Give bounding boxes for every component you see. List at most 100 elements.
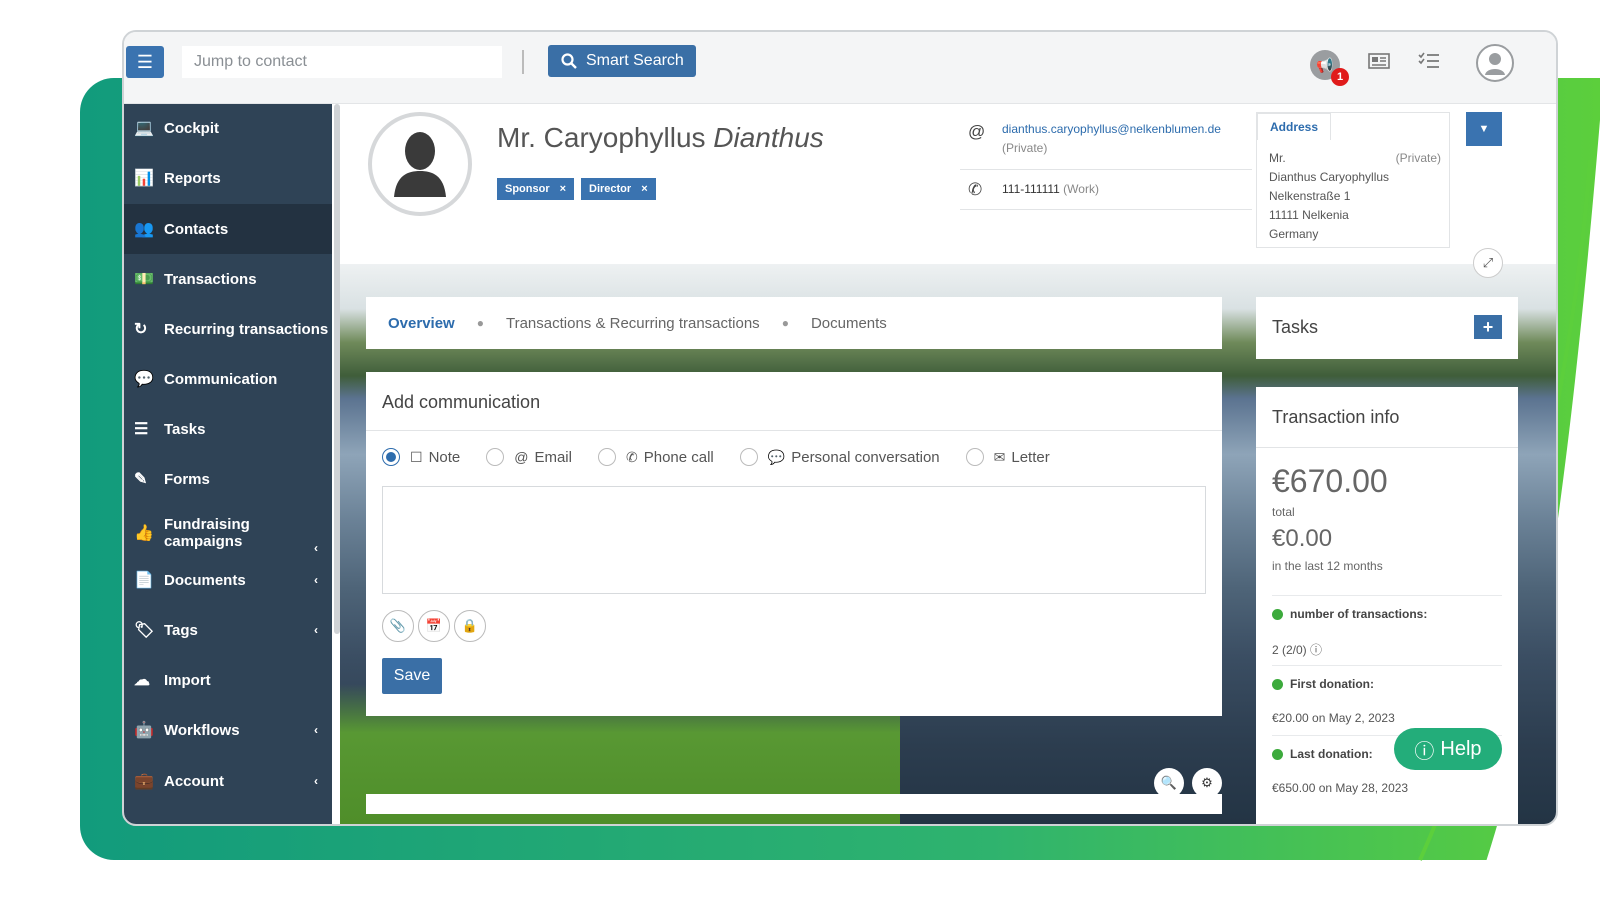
sidebar-item-tasks[interactable]: ☰ Tasks bbox=[124, 405, 332, 453]
remove-tag-icon[interactable]: × bbox=[641, 183, 647, 195]
sidebar-item-label: Account bbox=[164, 772, 224, 790]
sidebar-item-label: Communication bbox=[164, 370, 278, 388]
tab-overview[interactable]: Overview bbox=[388, 315, 455, 332]
checklist-icon bbox=[1418, 52, 1439, 68]
tab-separator: ● bbox=[476, 316, 484, 330]
sidebar-item-import[interactable]: ☁ Import bbox=[124, 656, 332, 704]
expand-icon: ⤢ bbox=[1482, 255, 1494, 270]
radio-phone-call[interactable]: ✆ Phone call bbox=[597, 448, 714, 466]
radio-button[interactable] bbox=[597, 448, 616, 466]
panel-title: Add communication bbox=[382, 392, 541, 412]
sidebar-item-contacts[interactable]: 👥 Contacts bbox=[124, 204, 332, 254]
sidebar-item-fundraising-campaigns[interactable]: 👍 Fundraising campaigns ‹ bbox=[124, 505, 332, 561]
sidebar-item-documents[interactable]: 📄 Documents ‹ bbox=[124, 556, 332, 604]
menu-toggle-button[interactable]: ☰ bbox=[126, 46, 164, 78]
email-link[interactable]: dianthus.caryophyllus@nelkenblumen.de bbox=[1002, 122, 1252, 136]
radio-letter[interactable]: ✉ Letter bbox=[965, 448, 1050, 466]
address-line: Dianthus Caryophyllus bbox=[1269, 170, 1390, 184]
smart-search-label: Smart Search bbox=[586, 52, 684, 69]
radio-label: Letter bbox=[1011, 448, 1050, 466]
radio-email[interactable]: @ Email bbox=[486, 448, 572, 466]
first-donation-value: €20.00 on May 2, 2023 bbox=[1272, 711, 1395, 725]
date-button[interactable]: 📅 bbox=[418, 610, 450, 642]
thumbs-up-icon: 👍 bbox=[134, 525, 154, 542]
user-avatar-button[interactable] bbox=[1476, 44, 1514, 82]
help-label: Help bbox=[1440, 737, 1482, 760]
phone-type: (Work) bbox=[1063, 182, 1099, 196]
sidebar-item-workflows[interactable]: 🤖 Workflows ‹ bbox=[124, 706, 332, 754]
last-donation-value: €650.00 on May 28, 2023 bbox=[1272, 781, 1409, 795]
person-icon bbox=[394, 132, 446, 197]
sidebar-item-cockpit[interactable]: 💻 Cockpit bbox=[124, 104, 332, 152]
sidebar: 💻 Cockpit 📊 Reports 👥 Contacts 💵 Transaction… bbox=[124, 104, 332, 824]
contact-tabs: Overview ● Transactions & Recurring tran… bbox=[366, 297, 1222, 349]
news-button[interactable] bbox=[1368, 52, 1390, 76]
calendar-icon: 📅 bbox=[425, 618, 443, 633]
paperclip-icon: 📎 bbox=[389, 618, 407, 633]
radio-button[interactable] bbox=[739, 448, 758, 466]
radio-personal-conversation[interactable]: 💬 Personal conversation bbox=[739, 448, 940, 466]
envelope-icon: ✉ bbox=[993, 448, 1006, 465]
main-content: Mr. Caryophyllus Dianthus Sponsor × Direc… bbox=[340, 104, 1556, 824]
at-icon: @ bbox=[968, 122, 986, 141]
remove-tag-icon[interactable]: × bbox=[560, 183, 566, 195]
task-list-button[interactable] bbox=[1418, 52, 1440, 76]
communication-type-group: ☐ Note @ Email ✆ Phone call 💬 Personal conve… bbox=[382, 448, 1076, 466]
lock-button[interactable]: 🔒 bbox=[454, 610, 486, 642]
add-task-button[interactable]: + bbox=[1474, 315, 1502, 339]
robot-icon: 🤖 bbox=[134, 722, 154, 739]
sidebar-item-account[interactable]: 💼 Account ‹ bbox=[124, 757, 332, 805]
radio-label: Phone call bbox=[643, 448, 714, 466]
money-icon: 💵 bbox=[134, 271, 154, 288]
transaction-count-label: number of transactions: bbox=[1272, 607, 1427, 621]
sidebar-item-recurring-transactions[interactable]: ↻ Recurring transactions bbox=[124, 305, 332, 353]
chevron-left-icon: ‹ bbox=[314, 723, 318, 737]
tag-sponsor[interactable]: Sponsor × bbox=[497, 178, 575, 200]
jump-to-contact-input[interactable] bbox=[182, 46, 502, 78]
status-dot bbox=[1272, 678, 1283, 690]
contact-name: Mr. Caryophyllus Dianthus bbox=[497, 122, 824, 154]
attach-button[interactable]: 📎 bbox=[382, 610, 414, 642]
sidebar-item-forms[interactable]: ✎ Forms bbox=[124, 455, 332, 503]
tab-transactions[interactable]: Transactions & Recurring transactions bbox=[506, 315, 760, 332]
note-icon: ☐ bbox=[410, 448, 423, 465]
status-dot bbox=[1272, 608, 1283, 620]
address-line: Nelkenstraße 1 bbox=[1269, 189, 1351, 203]
tab-documents[interactable]: Documents bbox=[811, 315, 887, 332]
sidebar-item-communication[interactable]: 💬 Communication bbox=[124, 355, 332, 403]
tag-label: Sponsor bbox=[505, 183, 550, 195]
add-communication-panel: Add communication ☐ Note @ Email ✆ Phone ca… bbox=[366, 372, 1222, 716]
smart-search-button[interactable]: Smart Search bbox=[548, 45, 696, 77]
sidebar-item-transactions[interactable]: 💵 Transactions bbox=[124, 255, 332, 303]
radio-note[interactable]: ☐ Note bbox=[382, 448, 460, 466]
email-type: (Private) bbox=[1002, 141, 1048, 155]
radio-button[interactable] bbox=[965, 448, 984, 466]
address-card: Address Mr. (Private) Dianthus Caryophyl… bbox=[1256, 112, 1450, 248]
sidebar-item-tags[interactable]: 🏷 Tags ‹ bbox=[124, 606, 332, 654]
search-icon: 🔍 bbox=[1160, 775, 1178, 790]
expand-button[interactable]: ⤢ bbox=[1473, 248, 1503, 278]
newspaper-icon bbox=[1368, 53, 1390, 69]
help-button[interactable]: ⓘ Help bbox=[1394, 728, 1502, 770]
next-panel-edge bbox=[366, 794, 1222, 814]
sidebar-item-reports[interactable]: 📊 Reports bbox=[124, 154, 332, 202]
save-button[interactable]: Save bbox=[382, 658, 442, 694]
recent-amount: €0.00 bbox=[1272, 525, 1333, 552]
contact-actions-dropdown[interactable]: ▼ bbox=[1466, 112, 1502, 146]
communication-textarea[interactable] bbox=[382, 486, 1206, 594]
gear-icon: ⚙ bbox=[1201, 775, 1213, 790]
stat-value-text: 2 (2/0) bbox=[1272, 643, 1307, 657]
app-window: ☰ Smart Search 📢 1 💻 Cockpit bbox=[122, 30, 1558, 826]
radio-button[interactable] bbox=[382, 448, 400, 466]
panel-title: Transaction info bbox=[1272, 407, 1400, 427]
info-icon[interactable]: ⓘ bbox=[1310, 643, 1322, 657]
phone-number[interactable]: 111-111111 bbox=[1002, 182, 1060, 196]
address-tab[interactable]: Address bbox=[1257, 113, 1332, 140]
stat-label-text: First donation: bbox=[1290, 677, 1374, 691]
tag-director[interactable]: Director × bbox=[581, 178, 656, 200]
radio-label: Personal conversation bbox=[791, 448, 940, 466]
phone-row: ✆ 111-111111 (Work) bbox=[960, 170, 1252, 210]
tab-separator: ● bbox=[781, 316, 789, 330]
radio-label: Email bbox=[534, 448, 572, 466]
radio-button[interactable] bbox=[486, 448, 505, 466]
